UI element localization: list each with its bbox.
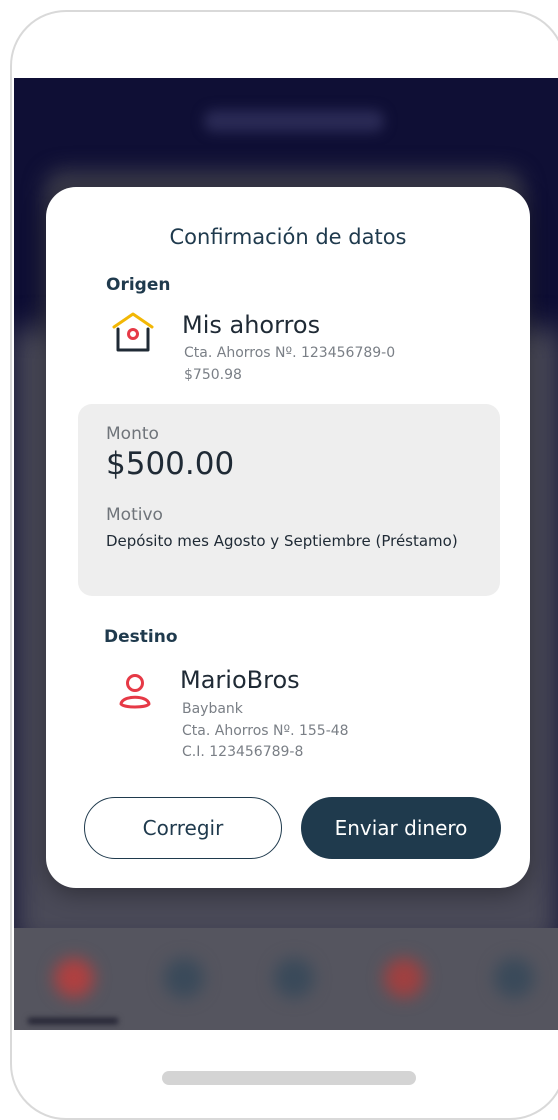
- destination-id-number: C.I. 123456789-8: [182, 744, 304, 760]
- origin-section-label: Origen: [106, 275, 171, 295]
- blurred-nav-active-indicator: [28, 1018, 118, 1024]
- correct-button[interactable]: Corregir: [84, 797, 282, 859]
- home-indicator: [162, 1071, 416, 1085]
- send-money-button[interactable]: Enviar dinero: [301, 797, 501, 859]
- house-icon: [112, 312, 154, 352]
- blurred-nav-icon: [54, 958, 94, 998]
- confirmation-dialog: Confirmación de datos Origen Mis ahorros…: [46, 187, 530, 888]
- destination-name: MarioBros: [180, 666, 300, 694]
- dialog-title: Confirmación de datos: [169, 225, 407, 249]
- user-icon: [119, 674, 151, 709]
- blurred-nav-icon: [274, 958, 314, 998]
- blurred-nav-icon: [494, 958, 534, 998]
- origin-account-number: Cta. Ahorros Nº. 123456789-0: [184, 345, 396, 361]
- reason-value: Depósito mes Agosto y Septiembre (Présta…: [106, 532, 458, 550]
- amount-label: Monto: [106, 424, 159, 444]
- blurred-nav-icon: [384, 958, 424, 998]
- destination-bank: Baybank: [182, 701, 243, 717]
- transfer-summary-panel: Monto $500.00 Motivo Depósito mes Agosto…: [78, 404, 500, 596]
- amount-value: $500.00: [106, 446, 235, 482]
- reason-label: Motivo: [106, 505, 163, 525]
- destination-account-number: Cta. Ahorros Nº. 155-48: [182, 723, 349, 739]
- origin-account-balance: $750.98: [184, 367, 242, 383]
- blurred-nav-icon: [164, 958, 204, 998]
- origin-account-name: Mis ahorros: [182, 311, 321, 339]
- blurred-header-title: [204, 110, 384, 132]
- destination-section-label: Destino: [104, 627, 178, 647]
